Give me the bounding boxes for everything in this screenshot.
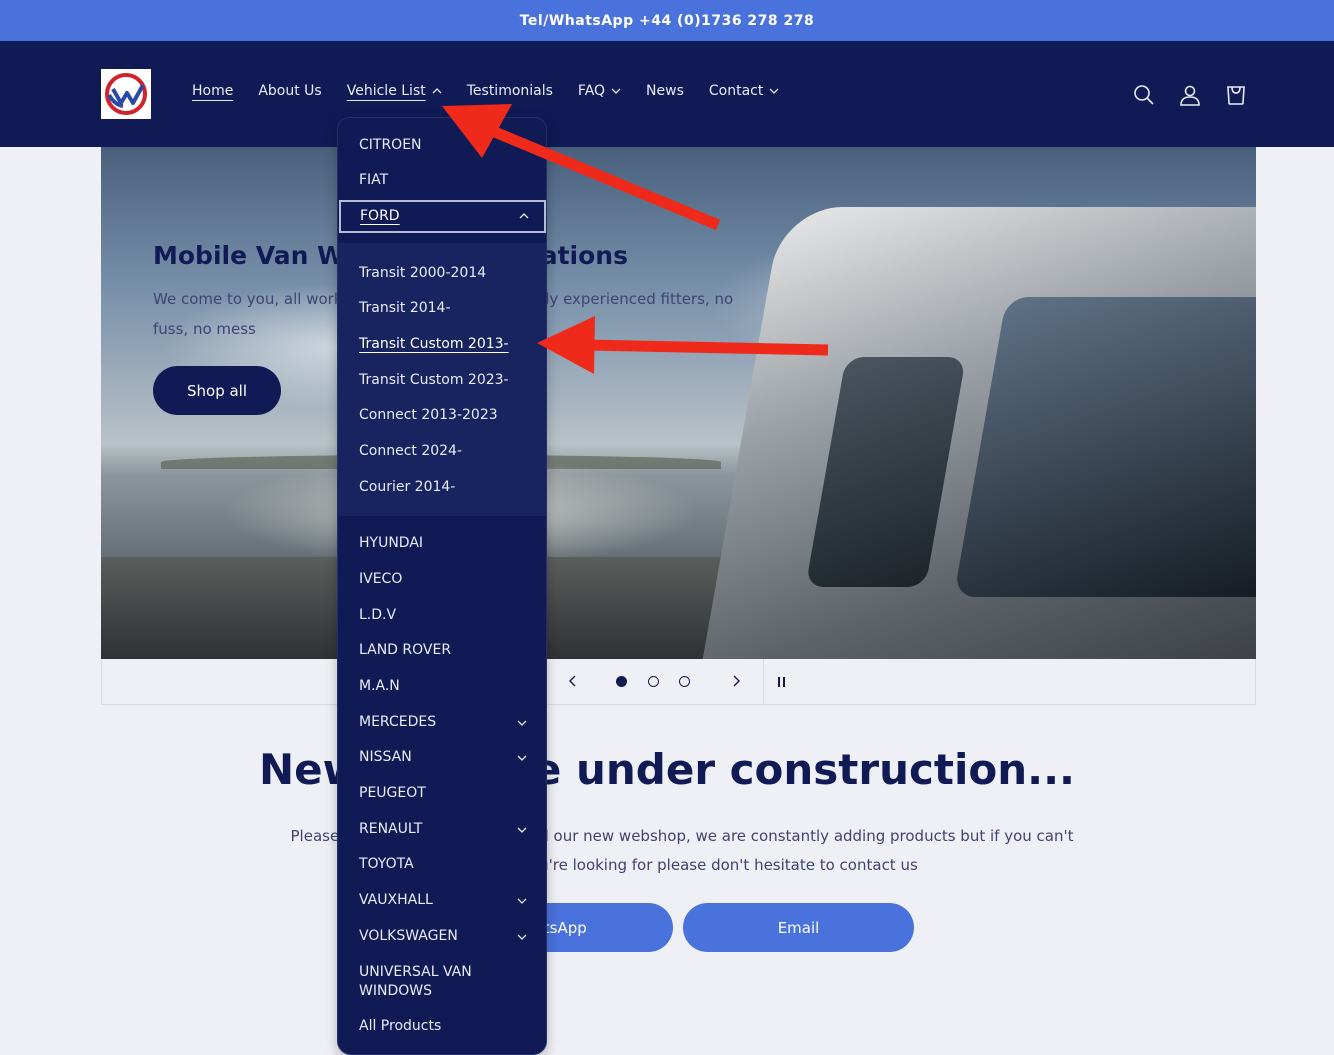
- submenu-transit-custom-2013[interactable]: Transit Custom 2013-: [359, 336, 509, 352]
- menu-item-nissan[interactable]: NISSAN: [359, 749, 529, 765]
- nav-home[interactable]: Home: [192, 83, 233, 99]
- menu-item-ford-label: FORD: [360, 208, 400, 224]
- announcement-bar: Tel/WhatsApp +44 (0)1736 278 278: [0, 0, 1334, 41]
- submenu-transit-2014[interactable]: Transit 2014-: [359, 300, 451, 316]
- cart-icon[interactable]: [1224, 83, 1248, 107]
- menu-item-ford[interactable]: FORD: [339, 200, 546, 233]
- nav-testimonials-label: Testimonials: [466, 83, 553, 99]
- site-header: Home About Us Vehicle List Testimonials …: [0, 41, 1334, 147]
- chevron-down-icon: [769, 88, 779, 94]
- menu-item-citroen[interactable]: CITROEN: [359, 137, 422, 153]
- van-window-front: [805, 357, 966, 587]
- ford-submenu: Transit 2000-2014 Transit 2014- Transit …: [338, 243, 546, 516]
- logo[interactable]: [101, 69, 151, 119]
- chevron-down-icon: [517, 827, 527, 833]
- menu-item-hyundai[interactable]: HYUNDAI: [359, 535, 423, 551]
- chevron-down-icon: [611, 88, 621, 94]
- chevron-up-icon: [519, 213, 529, 219]
- nav-vehicle-list[interactable]: Vehicle List: [347, 83, 442, 99]
- slide-dot-2[interactable]: [648, 676, 659, 687]
- nav-testimonials[interactable]: Testimonials: [467, 83, 553, 99]
- menu-item-peugeot[interactable]: PEUGEOT: [359, 785, 426, 801]
- submenu-transit-custom-2023[interactable]: Transit Custom 2023-: [359, 372, 509, 388]
- shop-all-button[interactable]: Shop all: [153, 366, 281, 415]
- menu-item-universal-line1: UNIVERSAL VAN: [359, 964, 472, 980]
- pause-icon[interactable]: [776, 675, 788, 689]
- submenu-transit-2000-2014[interactable]: Transit 2000-2014: [359, 265, 486, 281]
- nav-contact[interactable]: Contact: [709, 83, 779, 99]
- search-icon[interactable]: [1132, 83, 1156, 107]
- submenu-connect-2024[interactable]: Connect 2024-: [359, 443, 462, 459]
- chevron-down-icon: [517, 720, 527, 726]
- slider-controls: [101, 659, 1256, 705]
- chevron-left-icon[interactable]: [567, 674, 579, 688]
- menu-item-all-products[interactable]: All Products: [359, 1018, 441, 1034]
- menu-item-toyota[interactable]: TOYOTA: [359, 856, 414, 872]
- email-button[interactable]: Email: [683, 903, 914, 952]
- main-nav: Home About Us Vehicle List Testimonials …: [192, 83, 804, 99]
- nav-faq[interactable]: FAQ: [578, 83, 621, 99]
- hero-van: [699, 207, 1256, 659]
- announcement-text: Tel/WhatsApp +44 (0)1736 278 278: [519, 12, 815, 29]
- menu-item-renault-label: RENAULT: [359, 821, 423, 837]
- submenu-connect-2013-2023[interactable]: Connect 2013-2023: [359, 407, 498, 423]
- menu-item-nissan-label: NISSAN: [359, 749, 412, 765]
- construction-title: New website under construction...: [258, 745, 1075, 794]
- nav-home-label: Home: [192, 83, 234, 99]
- nav-vehicle-list-label: Vehicle List: [346, 83, 426, 99]
- header-actions: [1132, 83, 1270, 107]
- menu-item-fiat[interactable]: FIAT: [359, 172, 388, 188]
- slide-dot-3[interactable]: [679, 676, 690, 687]
- chevron-down-icon: [517, 898, 527, 904]
- menu-item-vauxhall-label: VAUXHALL: [359, 892, 433, 908]
- logo-mark-icon: [105, 73, 147, 115]
- menu-item-renault[interactable]: RENAULT: [359, 821, 529, 837]
- slider-divider: [763, 659, 764, 705]
- menu-item-mercedes-label: MERCEDES: [359, 714, 437, 730]
- nav-news[interactable]: News: [646, 83, 684, 99]
- menu-item-ldv[interactable]: L.D.V: [359, 607, 396, 623]
- chevron-up-icon: [432, 88, 442, 94]
- nav-about-us[interactable]: About Us: [258, 83, 321, 99]
- menu-item-iveco[interactable]: IVECO: [359, 571, 402, 587]
- submenu-courier-2014[interactable]: Courier 2014-: [359, 479, 455, 495]
- nav-contact-label: Contact: [708, 83, 764, 99]
- menu-item-mercedes[interactable]: MERCEDES: [359, 714, 529, 730]
- menu-item-universal-van-windows[interactable]: UNIVERSAL VAN WINDOWS: [359, 963, 472, 1001]
- vehicle-list-dropdown: CITROEN FIAT FORD Transit 2000-2014 Tran…: [337, 117, 547, 1055]
- nav-news-label: News: [646, 83, 684, 99]
- nav-about-label: About Us: [258, 83, 322, 99]
- chevron-down-icon: [517, 934, 527, 940]
- menu-item-volkswagen-label: VOLKSWAGEN: [359, 928, 458, 944]
- menu-item-land-rover[interactable]: LAND ROVER: [359, 642, 451, 658]
- menu-item-universal-line2: WINDOWS: [359, 983, 432, 999]
- chevron-right-icon[interactable]: [730, 674, 742, 688]
- account-icon[interactable]: [1178, 83, 1202, 107]
- chevron-down-icon: [517, 755, 527, 761]
- menu-item-vauxhall[interactable]: VAUXHALL: [359, 892, 529, 908]
- van-window-side: [953, 297, 1256, 597]
- slide-dot-1[interactable]: [616, 676, 627, 687]
- menu-item-volkswagen[interactable]: VOLKSWAGEN: [359, 928, 529, 944]
- menu-item-man[interactable]: M.A.N: [359, 678, 400, 694]
- nav-faq-label: FAQ: [577, 83, 606, 99]
